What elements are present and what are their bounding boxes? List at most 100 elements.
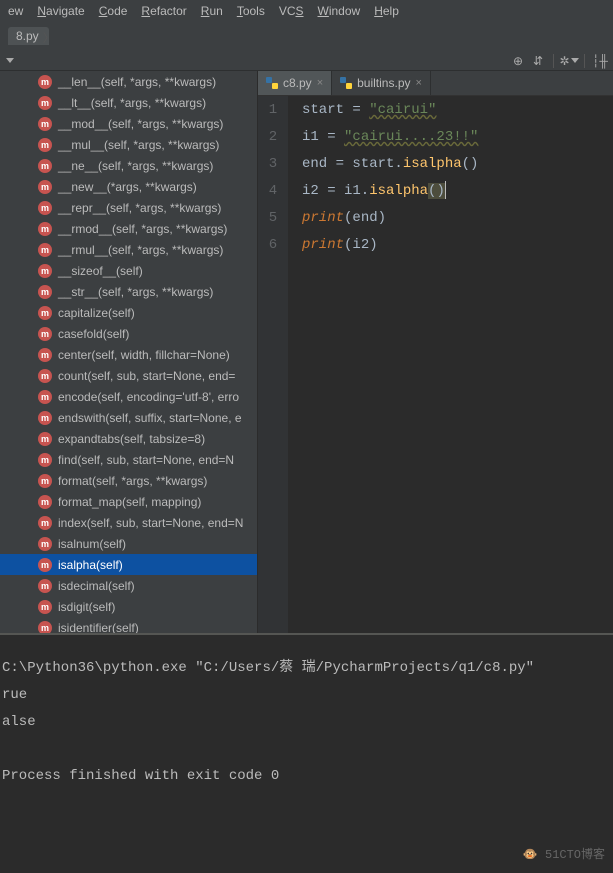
method-icon: m [38,180,52,194]
menu-ew[interactable]: ew [8,4,23,18]
terminal-line: Process finished with exit code 0 [2,763,611,790]
code-method: isalpha [369,183,428,199]
member-item[interactable]: m __repr__(self, *args, **kwargs) [0,197,257,218]
menu-refactor[interactable]: Refactor [141,4,186,18]
member-item[interactable]: misalnum(self) [0,533,257,554]
member-label: encode(self, encoding='utf-8', erro [58,390,239,404]
code-method: isalpha [403,156,462,172]
method-icon: m [38,117,52,131]
code-paren: (end) [344,210,386,226]
member-label: expandtabs(self, tabsize=8) [58,432,205,446]
member-label: casefold(self) [58,327,129,341]
menu-run[interactable]: Run [201,4,223,18]
method-icon: m [38,201,52,215]
menu-bar: ew Navigate Code Refactor Run Tools VCS Window H… [0,0,613,24]
menu-navigate[interactable]: Navigate [37,4,84,18]
code-paren: (i2) [344,237,378,253]
menu-window[interactable]: Window [318,4,361,18]
method-icon: m [38,453,52,467]
member-item[interactable]: m__len__(self, *args, **kwargs) [0,71,257,92]
line-number: 5 [258,205,288,232]
sort-icon[interactable]: ⇵ [531,54,545,68]
member-item[interactable]: m __lt__(self, *args, **kwargs) [0,92,257,113]
method-icon: m [38,390,52,404]
menu-tools[interactable]: Tools [237,4,265,18]
member-item[interactable]: misdecimal(self) [0,575,257,596]
terminal[interactable]: C:\Python36\python.exe "C:/Users/蔡 瑞/Pyc… [0,633,613,873]
member-item[interactable]: m expandtabs(self, tabsize=8) [0,428,257,449]
code-builtin: print [302,210,344,226]
member-label: __rmod__(self, *args, **kwargs) [58,222,227,236]
editor-tabs: c8.py×builtins.py× [258,71,613,96]
tab-builtins-py[interactable]: builtins.py× [332,71,431,95]
member-item[interactable]: mcapitalize(self) [0,302,257,323]
member-item[interactable]: mindex(self, sub, start=None, end=N [0,512,257,533]
member-label: __mul__(self, *args, **kwargs) [58,138,219,152]
member-item[interactable]: mcasefold(self) [0,323,257,344]
member-item[interactable]: m __rmul__(self, *args, **kwargs) [0,239,257,260]
method-icon: m [38,600,52,614]
member-item[interactable]: m__new__(*args, **kwargs) [0,176,257,197]
method-icon: m [38,432,52,446]
method-icon: m [38,537,52,551]
menu-code[interactable]: Code [99,4,128,18]
member-list: m__len__(self, *args, **kwargs) m __lt__(s… [0,71,257,633]
close-icon[interactable]: × [317,77,323,89]
dropdown-icon[interactable] [6,58,14,64]
member-item[interactable]: mformat(self, *args, **kwargs) [0,470,257,491]
member-item[interactable]: m__rmod__(self, *args, **kwargs) [0,218,257,239]
member-item[interactable]: m__mod__(self, *args, **kwargs) [0,113,257,134]
member-label: __sizeof__(self) [58,264,143,278]
code-content[interactable]: start = "cairui" i1 = "cairui....23!!" e… [288,96,486,633]
member-item[interactable]: misidentifier(self) [0,617,257,633]
code-area[interactable]: 123456 start = "cairui" i1 = "cairui....… [258,96,613,633]
member-item[interactable]: m__mul__(self, *args, **kwargs) [0,134,257,155]
member-item[interactable]: mformat_map(self, mapping) [0,491,257,512]
tab-c8-py[interactable]: c8.py× [258,71,332,95]
member-label: __lt__(self, *args, **kwargs) [58,96,206,110]
member-item[interactable]: mfind(self, sub, start=None, end=N [0,449,257,470]
terminal-line: alse [2,709,611,736]
member-label: index(self, sub, start=None, end=N [58,516,243,530]
python-icon [340,77,352,89]
gear-icon[interactable]: ✲ [562,54,576,68]
code-paren-hl: ) [436,183,444,199]
member-label: isidentifier(self) [58,621,139,634]
method-icon: m [38,306,52,320]
member-label: endswith(self, suffix, start=None, e [58,411,242,425]
member-label: isalpha(self) [58,558,123,572]
member-label: isdecimal(self) [58,579,135,593]
structure-toolbar: ⊕ ⇵ ✲ ┆╫ [0,48,613,71]
member-item[interactable]: mcenter(self, width, fillchar=None) [0,344,257,365]
member-item[interactable]: m count(self, sub, start=None, end= [0,365,257,386]
member-item[interactable]: m encode(self, encoding='utf-8', erro [0,386,257,407]
gutter: 123456 [258,96,288,633]
line-number: 2 [258,124,288,151]
sliders-icon[interactable]: ┆╫ [593,54,607,68]
terminal-line: rue [2,682,611,709]
menu-vcs[interactable]: VCS [279,4,304,18]
method-icon: m [38,243,52,257]
member-label: __repr__(self, *args, **kwargs) [58,201,221,215]
member-item[interactable]: m isdigit(self) [0,596,257,617]
breadcrumb-item[interactable]: 8.py [8,27,49,45]
member-label: isdigit(self) [58,600,115,614]
member-item[interactable]: misalpha(self) [0,554,257,575]
target-icon[interactable]: ⊕ [511,54,525,68]
member-label: __rmul__(self, *args, **kwargs) [58,243,223,257]
menu-help[interactable]: Help [374,4,399,18]
close-icon[interactable]: × [416,77,422,89]
method-icon: m [38,96,52,110]
code-string: "cairui....23!!" [344,129,478,145]
member-item[interactable]: m__sizeof__(self) [0,260,257,281]
member-label: center(self, width, fillchar=None) [58,348,230,362]
code-builtin: print [302,237,344,253]
member-item[interactable]: mendswith(self, suffix, start=None, e [0,407,257,428]
watermark: 🐵 51CTO博客 [523,842,605,869]
method-icon: m [38,474,52,488]
line-number: 3 [258,151,288,178]
member-item[interactable]: m__str__(self, *args, **kwargs) [0,281,257,302]
member-item[interactable]: m__ne__(self, *args, **kwargs) [0,155,257,176]
method-icon: m [38,369,52,383]
member-label: count(self, sub, start=None, end= [58,369,235,383]
